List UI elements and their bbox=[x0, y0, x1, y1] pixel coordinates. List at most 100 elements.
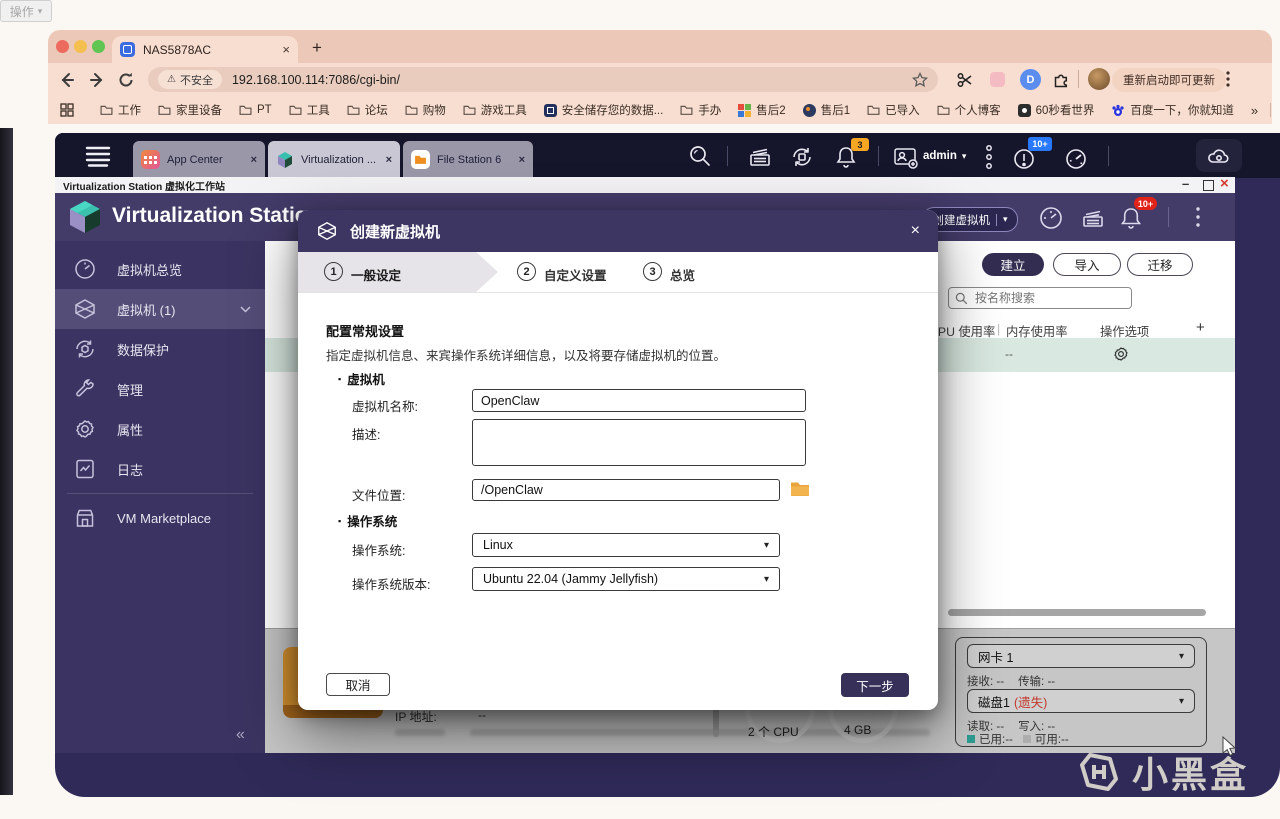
browser-menu-kebab-icon[interactable] bbox=[1220, 69, 1236, 89]
cancel-button[interactable]: 取消 bbox=[326, 673, 390, 696]
vs-header-kebab-icon[interactable] bbox=[1192, 204, 1204, 230]
bookmark-item[interactable]: 购物 bbox=[405, 102, 446, 118]
os-version-label: 操作系统版本: bbox=[352, 578, 431, 592]
sidebar-item-management[interactable]: 管理 bbox=[55, 369, 265, 409]
description-textarea[interactable] bbox=[472, 419, 806, 466]
global-search-icon[interactable] bbox=[688, 144, 712, 168]
sidebar-item-marketplace[interactable]: VM Marketplace bbox=[55, 498, 265, 538]
bookmark-item-ms[interactable]: 售后2 bbox=[738, 102, 786, 118]
os-select[interactable]: Linux ▾ bbox=[472, 533, 780, 557]
vs-window-titlebar[interactable]: Virtualization Station 虚拟化工作站 bbox=[55, 177, 1235, 193]
back-icon[interactable] bbox=[58, 71, 76, 89]
bookmark-item[interactable]: 论坛 bbox=[347, 102, 388, 118]
topbar-kebab-icon[interactable] bbox=[982, 143, 996, 171]
nas-tab-app-center[interactable]: App Center × bbox=[133, 141, 265, 178]
sidebar-collapse-button[interactable]: « bbox=[236, 726, 245, 744]
horizontal-scrollbar[interactable] bbox=[948, 609, 1206, 616]
bookmark-item[interactable]: 个人博客 bbox=[937, 102, 1001, 118]
sidebar-item-overview[interactable]: 虚拟机总览 bbox=[55, 249, 265, 289]
sidebar-item-properties[interactable]: 属性 bbox=[55, 409, 265, 449]
profile-avatar[interactable] bbox=[1088, 68, 1110, 90]
wizard-close-button[interactable]: × bbox=[911, 222, 920, 240]
vs-dashboard-icon[interactable] bbox=[1038, 205, 1064, 231]
dashboard-speedometer-icon[interactable] bbox=[1064, 147, 1088, 171]
bookmark-item[interactable]: 手办 bbox=[680, 102, 721, 118]
step-2-circle[interactable]: 2 bbox=[517, 262, 536, 281]
bookmark-item-news[interactable]: 60秒看世界 bbox=[1017, 102, 1094, 118]
scissors-extension-icon[interactable] bbox=[956, 71, 974, 89]
sidebar-item-logs[interactable]: 日志 bbox=[55, 449, 265, 489]
step-3-circle[interactable]: 3 bbox=[643, 262, 662, 281]
traffic-light-zoom[interactable] bbox=[92, 40, 105, 53]
bookmark-item[interactable]: 游戏工具 bbox=[463, 102, 527, 118]
create-button[interactable]: 建立 bbox=[982, 253, 1044, 276]
step-3-label[interactable]: 总览 bbox=[670, 265, 695, 284]
step-1-circle[interactable]: 1 bbox=[324, 262, 343, 281]
update-chip[interactable]: 重新启动即可更新 bbox=[1112, 68, 1226, 92]
vm-name-input[interactable] bbox=[472, 389, 806, 412]
vm-search-box[interactable] bbox=[948, 287, 1132, 309]
sidebar-item-data-protection[interactable]: 数据保护 bbox=[55, 329, 265, 369]
nas-tab-virtualization[interactable]: Virtualization ... × bbox=[268, 141, 400, 178]
dark-sphere-icon bbox=[802, 103, 816, 117]
bookmark-star-icon[interactable] bbox=[912, 71, 928, 88]
sync-status-icon[interactable] bbox=[790, 145, 814, 169]
bookmark-item[interactable]: 工作 bbox=[100, 102, 141, 118]
admin-account-icon[interactable] bbox=[893, 146, 919, 170]
vm-cube-icon bbox=[318, 221, 336, 241]
myqnapcloud-icon[interactable] bbox=[1196, 139, 1242, 172]
migrate-button[interactable]: 迁移 bbox=[1127, 253, 1193, 276]
bookmark-item[interactable]: PT bbox=[239, 104, 272, 116]
add-column-button[interactable]: + bbox=[1196, 319, 1205, 336]
bookmark-item-qnap[interactable]: 安全储存您的数据... bbox=[543, 102, 663, 118]
bookmarks-overflow-chevrons[interactable]: » bbox=[1251, 103, 1258, 118]
bookmark-item-baidu[interactable]: 百度一下，你就知道 bbox=[1111, 102, 1234, 118]
bookmark-item[interactable]: 家里设备 bbox=[158, 102, 222, 118]
background-tasks-icon[interactable] bbox=[748, 145, 772, 169]
actions-dropdown[interactable]: 操作 ▾ bbox=[0, 0, 52, 22]
search-input[interactable] bbox=[973, 290, 1107, 306]
address-bar[interactable]: ⚠ 不安全 192.168.100.114:7086/cgi-bin/ bbox=[148, 67, 938, 92]
admin-menu[interactable]: admin ▾ bbox=[923, 150, 966, 162]
create-vm-label: 创建虚拟机 bbox=[932, 214, 990, 227]
main-menu-hamburger-icon[interactable] bbox=[85, 145, 111, 167]
free-swatch bbox=[1022, 735, 1031, 743]
vm-row-settings-gear-icon[interactable] bbox=[1112, 345, 1130, 363]
chevron-down-icon: ▾ bbox=[763, 539, 769, 551]
reload-icon[interactable] bbox=[117, 71, 135, 89]
traffic-light-close[interactable] bbox=[56, 40, 69, 53]
window-minimize-button[interactable]: – bbox=[1182, 176, 1189, 191]
url-text[interactable]: 192.168.100.114:7086/cgi-bin/ bbox=[232, 73, 912, 87]
browse-folder-button[interactable] bbox=[790, 480, 810, 497]
puzzle-extensions-icon[interactable] bbox=[1052, 70, 1071, 89]
disk-select[interactable]: 磁盘1 (遗失) ▾ bbox=[967, 689, 1195, 713]
bookmark-item[interactable]: 已导入 bbox=[867, 102, 920, 118]
vs-tasks-icon[interactable] bbox=[1080, 205, 1106, 231]
step-1-label[interactable]: 一般设定 bbox=[351, 265, 401, 284]
nas-tab-file-station[interactable]: File Station 6 × bbox=[403, 141, 533, 178]
next-button[interactable]: 下一步 bbox=[841, 673, 909, 697]
tab-close-icon[interactable]: × bbox=[282, 42, 290, 57]
tab-close-icon[interactable]: × bbox=[251, 154, 257, 166]
sidebar-item-vms[interactable]: 虚拟机 (1) bbox=[55, 289, 265, 329]
file-location-input[interactable] bbox=[472, 479, 780, 501]
tab-close-icon[interactable]: × bbox=[519, 154, 525, 166]
forward-icon[interactable] bbox=[88, 71, 106, 89]
browser-tab[interactable]: NAS5878AC × bbox=[112, 36, 298, 63]
nic-select[interactable]: 网卡 1 ▾ bbox=[967, 644, 1195, 668]
pink-extension-icon[interactable] bbox=[990, 72, 1005, 87]
window-close-button[interactable]: × bbox=[1220, 175, 1229, 192]
window-maximize-button[interactable] bbox=[1203, 180, 1214, 191]
security-chip[interactable]: ⚠ 不安全 bbox=[158, 70, 222, 89]
bookmark-apps-grid-icon[interactable] bbox=[60, 103, 74, 117]
bookmark-item[interactable]: 工具 bbox=[289, 102, 330, 118]
new-tab-button[interactable]: + bbox=[312, 38, 322, 58]
import-button[interactable]: 导入 bbox=[1053, 253, 1121, 276]
d-extension-icon[interactable]: D bbox=[1020, 69, 1041, 90]
os-version-select[interactable]: Ubuntu 22.04 (Jammy Jellyfish) ▾ bbox=[472, 567, 780, 591]
bullet-icon: ▪ bbox=[338, 373, 342, 384]
traffic-light-minimize[interactable] bbox=[74, 40, 87, 53]
tab-close-icon[interactable]: × bbox=[386, 154, 392, 166]
bookmark-item-app[interactable]: 售后1 bbox=[802, 102, 850, 118]
step-2-label[interactable]: 自定义设置 bbox=[544, 265, 607, 284]
